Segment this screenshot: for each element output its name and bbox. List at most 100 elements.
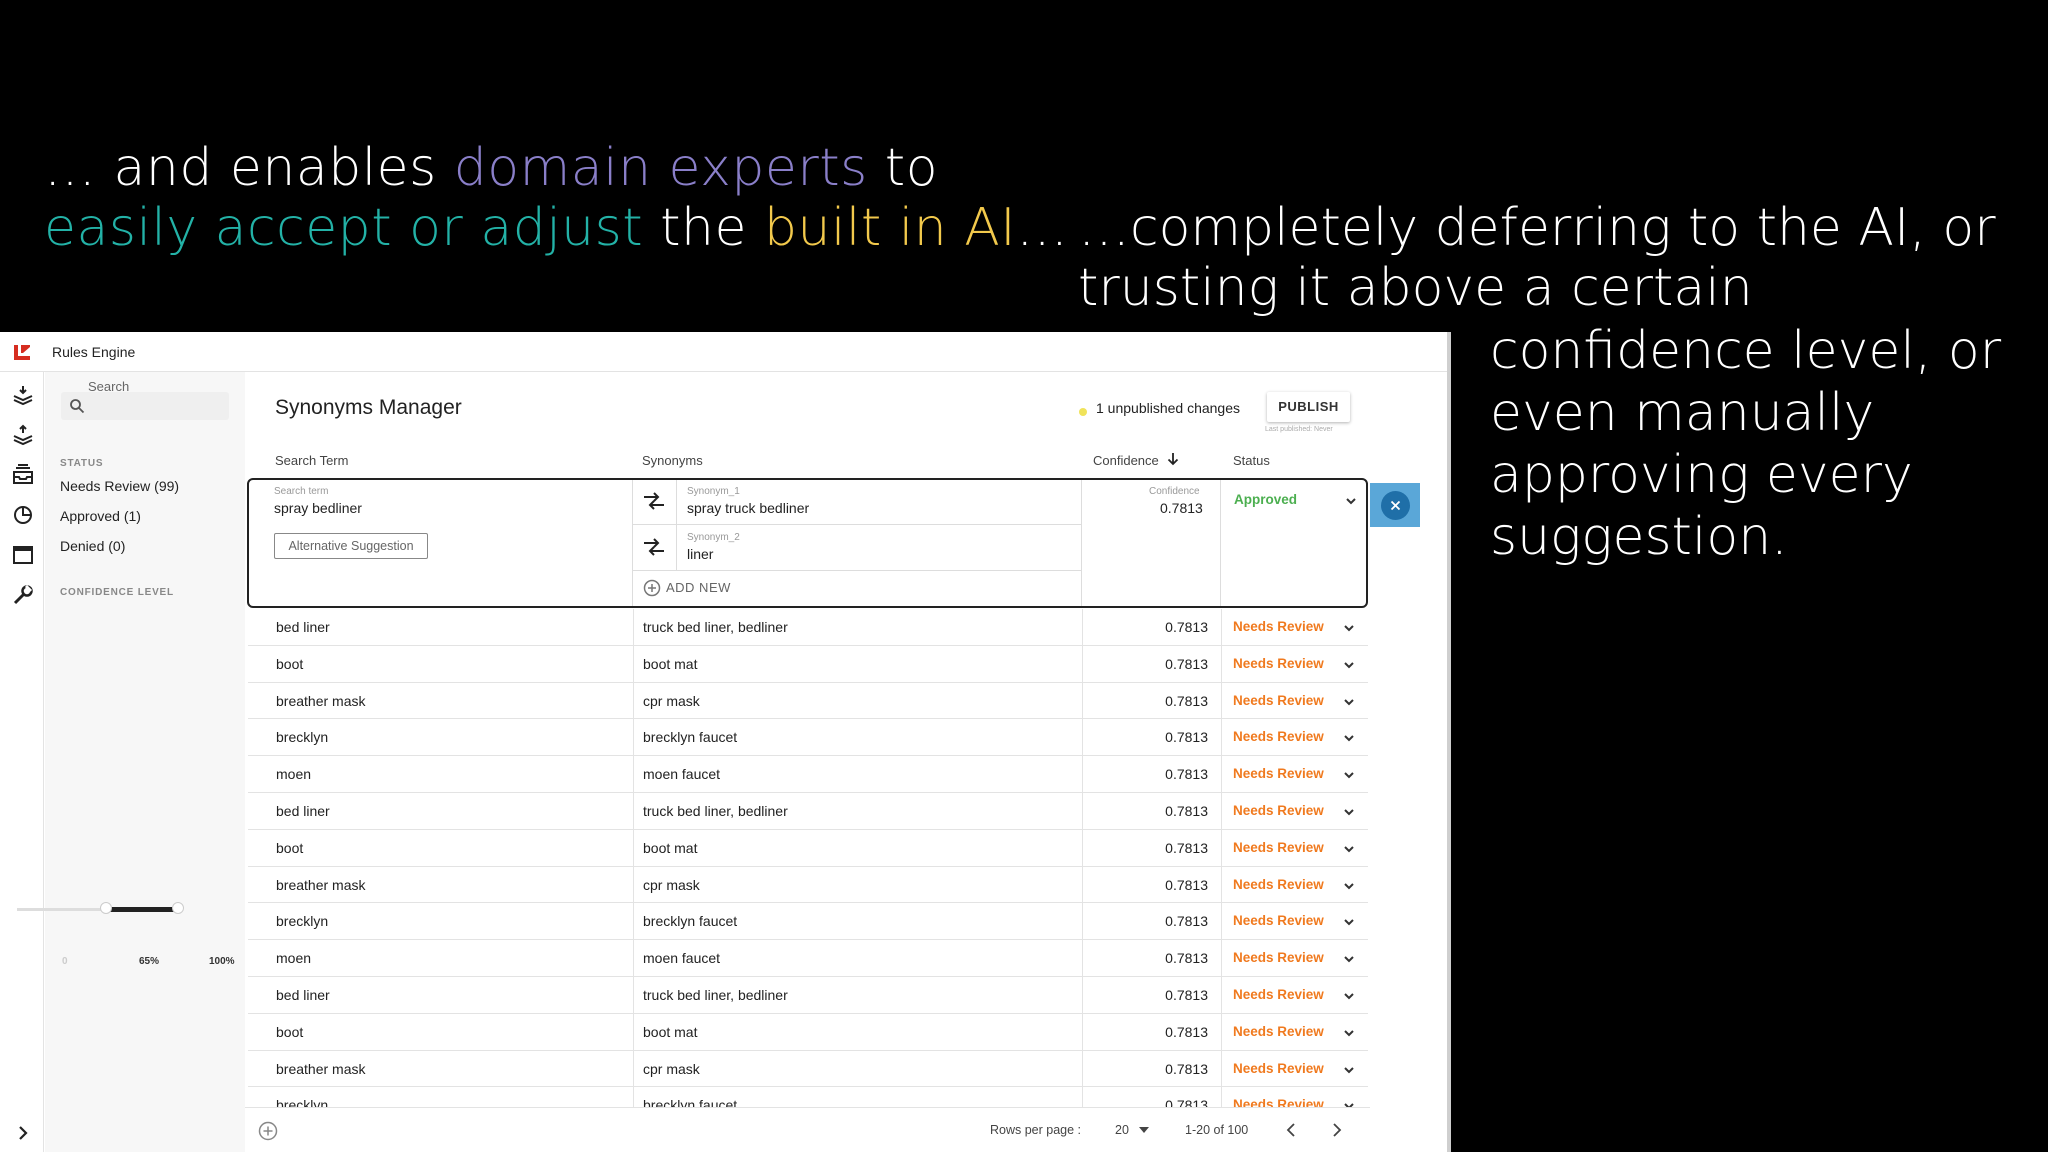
inbox-icon[interactable]	[12, 464, 34, 486]
publish-button[interactable]: PUBLISH	[1267, 392, 1350, 422]
table-row[interactable]: moen moen faucet 0.7813 Needs Review	[248, 756, 1368, 793]
table-row[interactable]: breather mask cpr mask 0.7813 Needs Review	[248, 682, 1368, 720]
chevron-down-icon[interactable]	[1342, 658, 1356, 672]
row-status-needs-review[interactable]: Needs Review	[1233, 729, 1324, 744]
search-input[interactable]	[61, 392, 229, 420]
swap-arrows-icon[interactable]	[642, 491, 666, 511]
row-status-needs-review[interactable]: Needs Review	[1233, 950, 1324, 965]
chevron-down-icon[interactable]	[1342, 1063, 1356, 1077]
column-divider	[1221, 609, 1222, 645]
chevron-right-icon[interactable]	[14, 1124, 32, 1142]
add-circle-icon[interactable]	[258, 1121, 278, 1141]
row-synonyms: boot mat	[643, 1023, 698, 1040]
synonym-1-field[interactable]: spray truck bedliner	[687, 500, 809, 516]
chevron-down-icon[interactable]	[1342, 879, 1356, 893]
chevron-down-icon[interactable]	[1342, 621, 1356, 635]
column-header-status[interactable]: Status	[1233, 453, 1270, 468]
row-status-needs-review[interactable]: Needs Review	[1233, 766, 1324, 781]
confidence-value: 0.7813	[1160, 500, 1203, 516]
chevron-down-icon[interactable]	[1342, 805, 1356, 819]
add-new-synonym-button[interactable]: ADD NEW	[666, 580, 731, 595]
headline-highlight-domain-experts: domain experts	[453, 138, 868, 198]
headline-right-top: …completely deferring to the AI, or trus…	[1078, 198, 1996, 318]
confidence-slider-low-handle[interactable]	[100, 902, 112, 914]
row-status-needs-review[interactable]: Needs Review	[1233, 840, 1324, 855]
wrench-icon[interactable]	[12, 584, 34, 606]
column-divider	[1221, 940, 1222, 976]
table-row[interactable]: brecklyn brecklyn faucet 0.7813 Needs Revie…	[248, 903, 1368, 941]
layers-up-icon[interactable]	[12, 424, 34, 446]
column-divider	[1082, 866, 1083, 903]
layers-down-icon[interactable]	[12, 384, 34, 406]
row-status-needs-review[interactable]: Needs Review	[1233, 619, 1324, 634]
alternative-suggestion-button[interactable]: Alternative Suggestion	[274, 533, 428, 559]
row-status-needs-review[interactable]: Needs Review	[1233, 877, 1324, 892]
row-search-term: boot	[276, 1023, 304, 1040]
swap-arrows-icon[interactable]	[642, 537, 666, 557]
status-filter-needs-review[interactable]: Needs Review (99)	[60, 478, 179, 494]
chevron-down-icon[interactable]	[1342, 842, 1356, 856]
chevron-down-icon[interactable]	[1342, 731, 1356, 745]
column-divider	[633, 1013, 634, 1050]
row-confidence: 0.7813	[1165, 692, 1208, 709]
chevron-down-icon[interactable]	[1342, 768, 1356, 782]
column-divider	[1221, 645, 1222, 682]
expanded-edit-row: Search term spray bedliner Alternative S…	[247, 478, 1368, 608]
caret-down-icon[interactable]	[1138, 1125, 1150, 1135]
chevron-down-icon[interactable]	[1344, 494, 1358, 508]
table-row[interactable]: breather mask cpr mask 0.7813 Needs Review	[248, 1050, 1368, 1088]
chevron-down-icon[interactable]	[1342, 1026, 1356, 1040]
row-status-needs-review[interactable]: Needs Review	[1233, 987, 1324, 1002]
row-status-needs-review[interactable]: Needs Review	[1233, 693, 1324, 708]
row-search-term: boot	[276, 655, 304, 672]
rows-per-page-select[interactable]: 20	[1115, 1123, 1129, 1137]
window-icon[interactable]	[12, 544, 34, 566]
table-row[interactable]: bed liner truck bed liner, bedliner 0.7813…	[248, 792, 1368, 830]
close-edit-button[interactable]	[1381, 491, 1410, 520]
column-divider	[1082, 1013, 1083, 1050]
chevron-down-icon[interactable]	[1342, 695, 1356, 709]
row-search-term: breather mask	[276, 876, 366, 893]
pie-chart-icon[interactable]	[12, 504, 34, 526]
column-header-confidence[interactable]: Confidence	[1093, 453, 1159, 468]
column-divider	[633, 1050, 634, 1087]
search-term-field[interactable]: spray bedliner	[274, 500, 362, 516]
brand-logo-icon[interactable]	[12, 343, 32, 361]
table-row[interactable]: bed liner truck bed liner, bedliner 0.7813…	[248, 976, 1368, 1014]
row-status-needs-review[interactable]: Needs Review	[1233, 1061, 1324, 1076]
status-filter-approved[interactable]: Approved (1)	[60, 508, 141, 524]
row-status-needs-review[interactable]: Needs Review	[1233, 1024, 1324, 1039]
column-divider	[1221, 756, 1222, 792]
row-synonyms: cpr mask	[643, 692, 700, 709]
table-row[interactable]: moen moen faucet 0.7813 Needs Review	[248, 940, 1368, 977]
headline-text: to	[867, 138, 939, 198]
row-status-needs-review[interactable]: Needs Review	[1233, 913, 1324, 928]
status-approved[interactable]: Approved	[1234, 492, 1297, 507]
chevron-left-icon[interactable]	[1283, 1121, 1301, 1139]
sort-down-arrow-icon[interactable]	[1166, 452, 1180, 466]
synonym-2-field[interactable]: liner	[687, 546, 713, 562]
row-status-needs-review[interactable]: Needs Review	[1233, 803, 1324, 818]
row-status-needs-review[interactable]: Needs Review	[1233, 656, 1324, 671]
confidence-slider-high-handle[interactable]	[172, 902, 184, 914]
table-row[interactable]: brecklyn brecklyn faucet 0.7813 Needs Revie…	[248, 719, 1368, 757]
column-header-search-term[interactable]: Search Term	[275, 453, 348, 468]
add-circle-icon[interactable]	[643, 579, 661, 597]
chevron-down-icon[interactable]	[1342, 952, 1356, 966]
table-row[interactable]: bed liner truck bed liner, bedliner 0.7813…	[248, 609, 1368, 646]
table-row[interactable]: boot boot mat 0.7813 Needs Review	[248, 1013, 1368, 1051]
column-header-synonyms[interactable]: Synonyms	[642, 453, 703, 468]
row-synonyms: brecklyn faucet	[643, 729, 738, 746]
chevron-right-icon[interactable]	[1327, 1121, 1345, 1139]
status-filter-denied[interactable]: Denied (0)	[60, 538, 125, 554]
chevron-down-icon[interactable]	[1342, 915, 1356, 929]
row-confidence: 0.7813	[1165, 802, 1208, 819]
chevron-down-icon[interactable]	[1342, 989, 1356, 1003]
top-bar: Rules Engine	[0, 332, 1447, 372]
row-search-term: brecklyn	[276, 913, 329, 930]
row-confidence: 0.7813	[1165, 766, 1208, 783]
row-confidence: 0.7813	[1165, 1023, 1208, 1040]
table-row[interactable]: boot boot mat 0.7813 Needs Review	[248, 645, 1368, 683]
table-row[interactable]: breather mask cpr mask 0.7813 Needs Review	[248, 866, 1368, 904]
table-row[interactable]: boot boot mat 0.7813 Needs Review	[248, 829, 1368, 867]
